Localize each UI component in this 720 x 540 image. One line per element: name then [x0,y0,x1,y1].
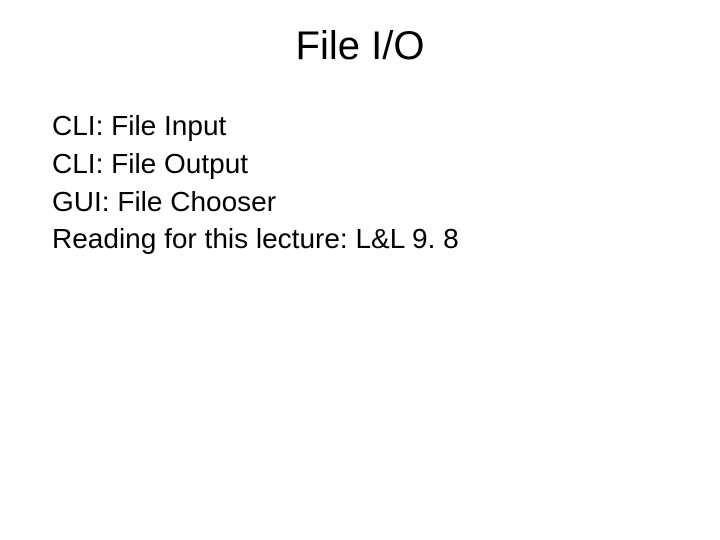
slide-container: File I/O CLI: File Input CLI: File Outpu… [0,0,720,540]
slide-title: File I/O [0,24,720,69]
content-line: GUI: File Chooser [52,183,720,221]
content-line: Reading for this lecture: L&L 9. 8 [52,220,720,258]
slide-content: CLI: File Input CLI: File Output GUI: Fi… [0,107,720,258]
content-line: CLI: File Input [52,107,720,145]
content-line: CLI: File Output [52,145,720,183]
